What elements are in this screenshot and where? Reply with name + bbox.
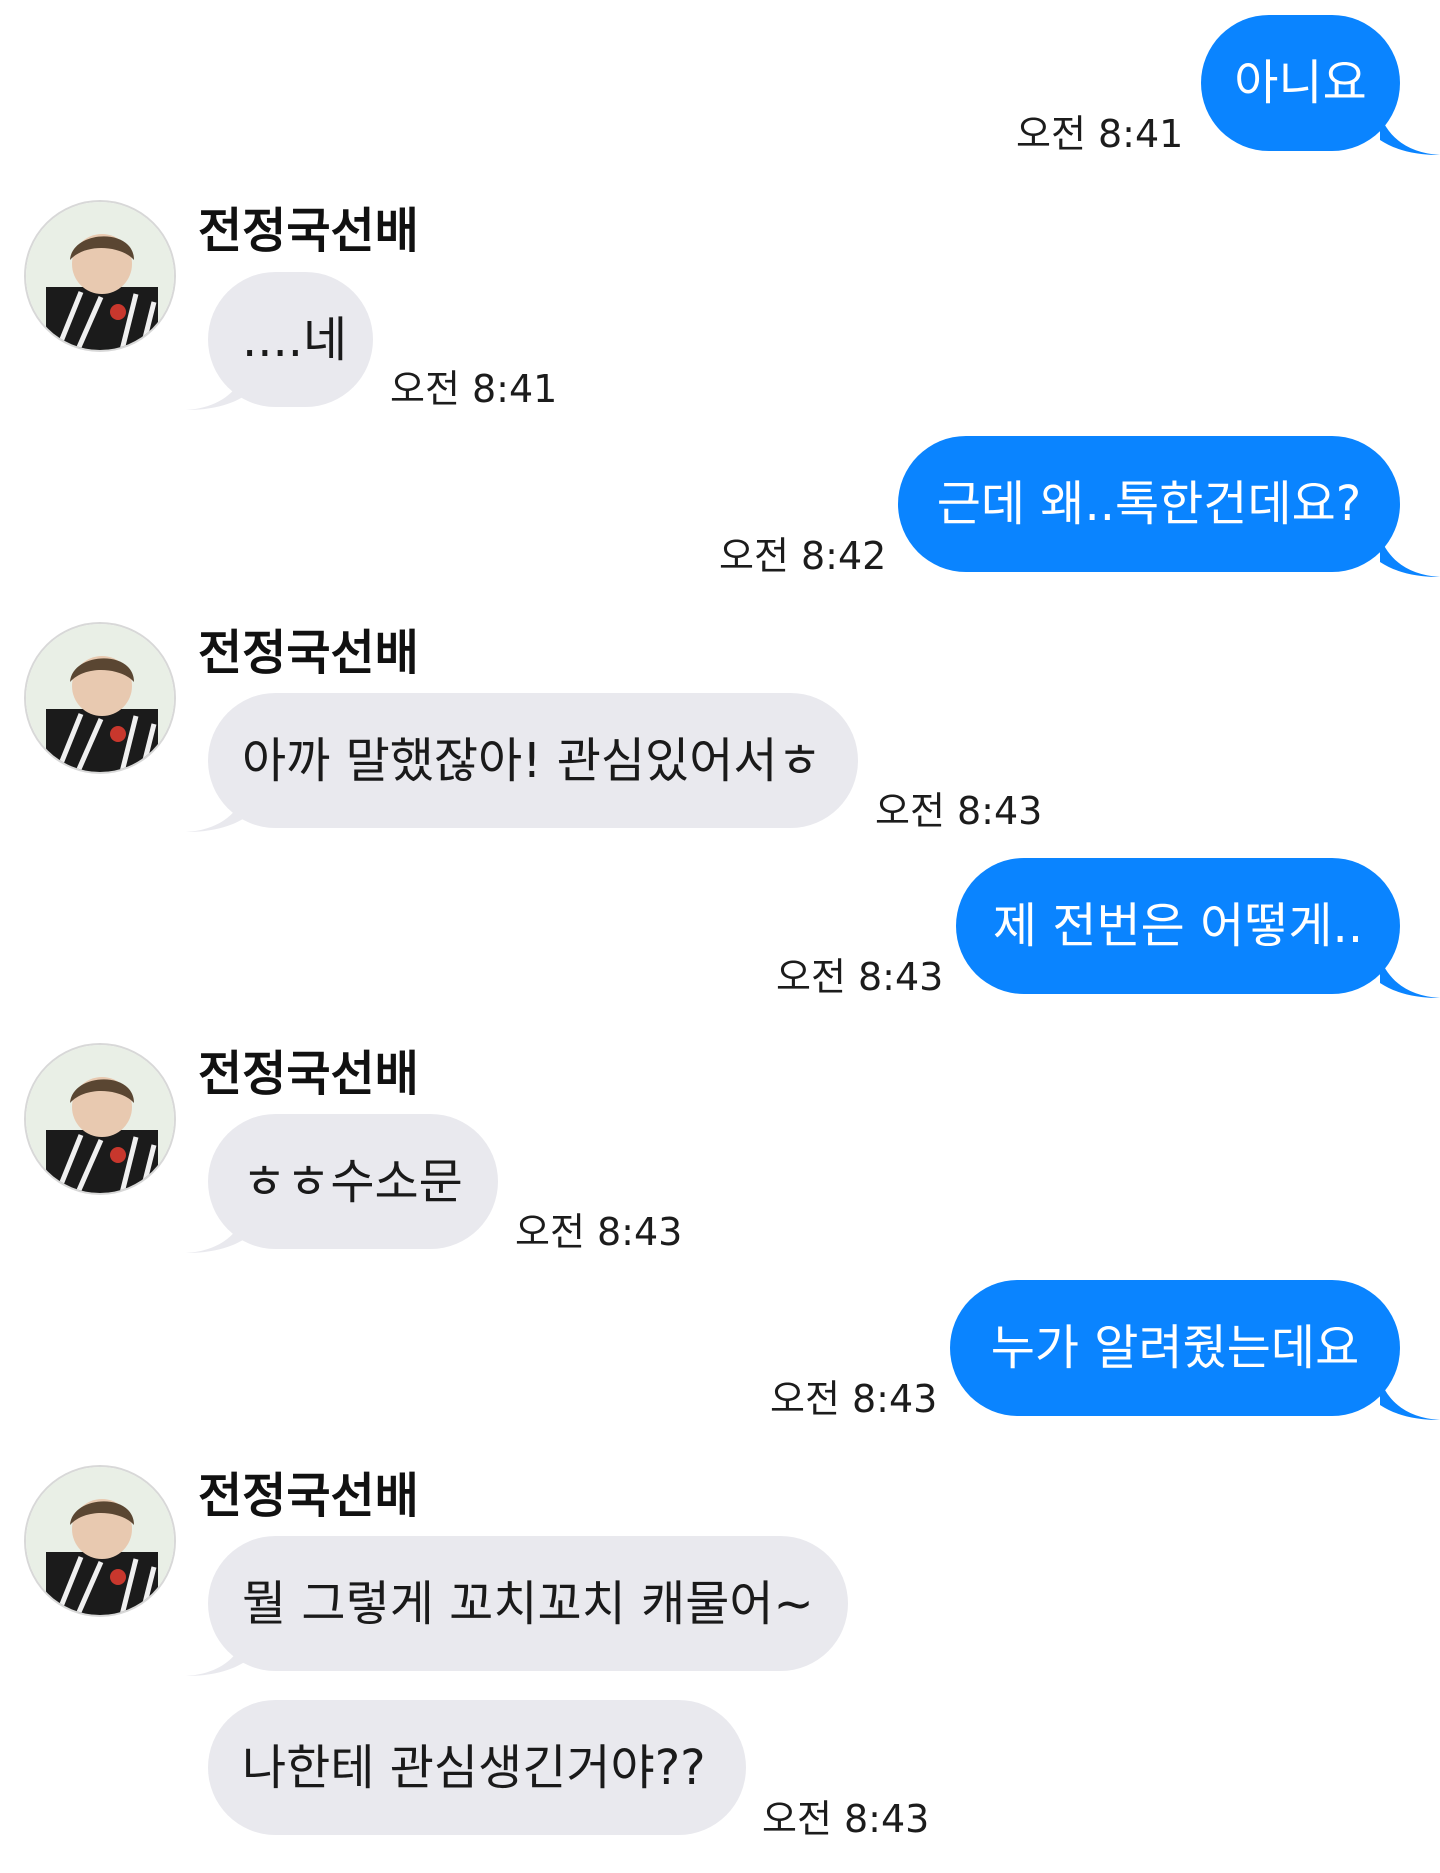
sender-name: 전정국선배 [198, 203, 419, 259]
contact-avatar[interactable] [24, 200, 176, 352]
contact-avatar[interactable] [24, 1465, 176, 1617]
bubble-tail-icon [1380, 1380, 1440, 1420]
message-timestamp: 오전 8:43 [776, 955, 944, 999]
message-text: 뭘 그렇게 꼬치꼬치 캐물어~ [242, 1575, 814, 1632]
incoming-message-bubble[interactable]: 뭘 그렇게 꼬치꼬치 캐물어~ [208, 1536, 848, 1671]
message-timestamp: 오전 8:43 [515, 1210, 683, 1254]
message-text: ㅎㅎ수소문 [242, 1153, 463, 1210]
bubble-tail-icon [1380, 958, 1440, 998]
bubble-tail-icon [1380, 115, 1440, 155]
bubble-tail-icon [1380, 537, 1440, 577]
profile-photo-avatar-icon [26, 1467, 174, 1615]
message-text: 나한테 관심생긴거야?? [242, 1739, 706, 1796]
bubble-tail-icon [186, 370, 246, 410]
message-text: 근데 왜..톡한건데요? [936, 476, 1362, 532]
profile-photo-avatar-icon [26, 1045, 174, 1193]
bubble-tail-icon [186, 1213, 246, 1253]
bubble-tail-icon [186, 1636, 246, 1676]
message-text: 아니요 [1234, 55, 1367, 111]
sender-name: 전정국선배 [198, 1468, 419, 1524]
message-timestamp: 오전 8:43 [875, 789, 1043, 833]
profile-photo-avatar-icon [26, 202, 174, 350]
contact-avatar[interactable] [24, 622, 176, 774]
message-timestamp: 오전 8:41 [1016, 112, 1184, 156]
message-timestamp: 오전 8:43 [762, 1797, 930, 1841]
contact-avatar[interactable] [24, 1043, 176, 1195]
message-timestamp: 오전 8:43 [770, 1377, 938, 1421]
message-text: 아까 말했잖아! 관심있어서ㅎ [242, 732, 822, 789]
message-text: ....네 [242, 311, 348, 368]
outgoing-message-bubble[interactable]: 근데 왜..톡한건데요? [898, 436, 1400, 572]
outgoing-message-bubble[interactable]: 아니요 [1201, 15, 1400, 151]
incoming-message-bubble[interactable]: 아까 말했잖아! 관심있어서ㅎ [208, 693, 858, 828]
outgoing-message-bubble[interactable]: 누가 알려줬는데요 [950, 1280, 1400, 1416]
profile-photo-avatar-icon [26, 624, 174, 772]
bubble-tail-icon [186, 792, 246, 832]
sender-name: 전정국선배 [198, 1046, 419, 1102]
incoming-message-bubble[interactable]: ㅎㅎ수소문 [208, 1114, 498, 1249]
sender-name: 전정국선배 [198, 625, 419, 681]
outgoing-message-bubble[interactable]: 제 전번은 어떻게.. [956, 858, 1400, 994]
message-text: 제 전번은 어떻게.. [992, 898, 1364, 954]
chat-conversation: 아니요 오전 8:41 전정국선배 ....네 오전 8:41 근데 왜..톡한… [0, 0, 1440, 1873]
message-timestamp: 오전 8:41 [390, 367, 558, 411]
message-timestamp: 오전 8:42 [719, 534, 887, 578]
incoming-message-bubble[interactable]: 나한테 관심생긴거야?? [208, 1700, 746, 1835]
message-text: 누가 알려줬는데요 [990, 1320, 1360, 1376]
